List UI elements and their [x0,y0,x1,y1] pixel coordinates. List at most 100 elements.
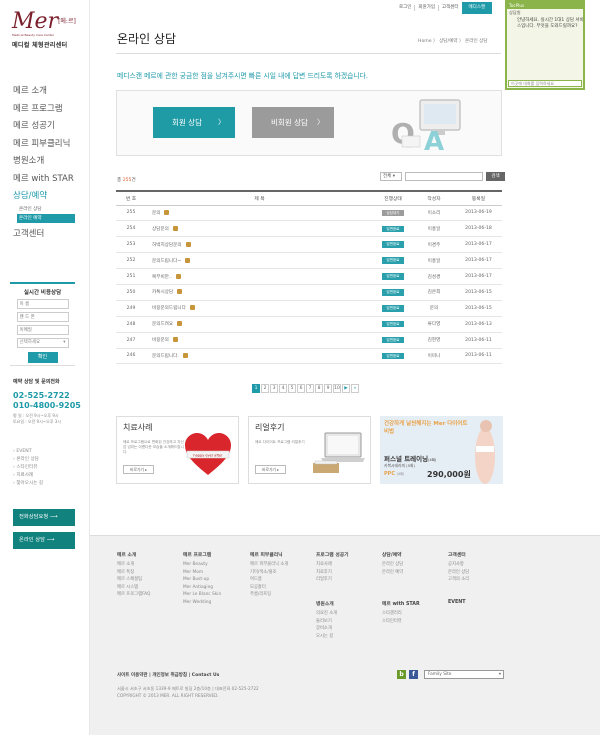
page-link[interactable]: 2 [261,384,269,393]
card-more-button[interactable]: 바로가기 ▸ [255,465,286,474]
page-link[interactable]: 8 [315,384,323,393]
subject-text[interactable]: 상담문의 [152,227,169,232]
footer-link[interactable]: Mer Mom [183,569,221,577]
table-row[interactable]: 254 상담문의 답변완료 이홍일 2013-06-18 [116,220,502,238]
realtime-submit-button[interactable]: 확인 [27,352,58,363]
cell-subject[interactable]: 카톡시상담 [146,284,373,301]
footer-column-heading[interactable]: 병원소개 [316,600,337,607]
footer-link[interactable]: 온라인 상담 [382,561,403,569]
privacy-link[interactable]: 개인정보 취급방침 [152,673,187,678]
search-button[interactable]: 검색 [486,172,505,181]
footer-link[interactable]: 치료사례 [316,561,349,569]
footer-link[interactable]: 메르 프로그램FAQ [117,591,150,599]
page-link[interactable]: 10 [333,384,341,393]
page-link[interactable]: 4 [279,384,287,393]
treatment-cases-card[interactable]: 치료사례 메르 프로그램으로 변화된 건강하고 자신감 넘치는 아름다운 모습을… [116,416,239,484]
table-row[interactable]: 248 문의드려요 답변완료 류다영 2013-06-13 [116,316,502,333]
consult-type-select[interactable]: 선택하세요 ▾ [16,338,69,348]
cell-subject[interactable]: 문의드립니다~ [146,252,373,270]
footer-link[interactable]: 치료후기 [316,569,349,577]
table-row[interactable]: 246 문의드립니다. 답변완료 이미나 2013-06-11 [116,348,502,365]
contact-link[interactable]: Contact Us [192,673,220,678]
online-consult-button[interactable]: 온라인 상담 ⟶ [13,532,75,549]
quick-link[interactable]: › EVENT [13,448,43,456]
quick-link[interactable]: › 찾아오시는 길 [13,480,43,488]
quick-link[interactable]: › 스타인터뷰 [13,464,43,472]
subnav-online-consult[interactable]: 온라인 상담 [17,205,89,214]
subject-text[interactable]: 문의드립니다. [152,354,179,359]
footer-column-heading[interactable]: 상담/예약 [382,551,403,558]
footer-column-heading[interactable]: 메르 with STAR [382,600,420,607]
page-link[interactable]: 5 [288,384,296,393]
footer-link[interactable]: 공지사항 [448,561,469,569]
email-field[interactable] [16,325,69,335]
join-link[interactable]: 회원가입 [415,5,439,11]
cell-subject[interactable]: 상담문의 [146,220,373,238]
subject-text[interactable]: 카톡시상담 [152,290,173,295]
quick-link[interactable]: › 치료사례 [13,472,43,480]
footer-column-heading[interactable]: 고객센터 [448,551,469,558]
nav-item-hospital[interactable]: 병원소개 [13,153,89,171]
footer-column-heading[interactable]: EVENT [448,600,466,605]
footer-link[interactable]: 메르 특징 [117,569,150,577]
nav-item-star[interactable]: 메르 with STAR [13,171,89,189]
family-site-select[interactable]: Family Site ▾ [424,670,504,679]
footer-link[interactable]: Mer Beauty [183,561,221,569]
cell-subject[interactable]: 비용문의드립니다 [146,300,373,317]
footer-link[interactable]: 메르 시스템 [117,584,150,592]
table-row[interactable]: 255 문의 상담대기 이소리 2013-06-19 [116,205,502,222]
card-more-button[interactable]: 바로가기 ▸ [123,465,154,474]
cell-subject[interactable]: 복부비만.. [146,268,373,285]
footer-column-heading[interactable]: 메르 소개 [117,551,150,558]
footer-link[interactable]: 스타갤러리 [382,610,420,618]
footer-column-heading[interactable]: 메르 프로그램 [183,551,221,558]
footer-link[interactable]: 온라인 상담 [448,569,469,577]
footer-link[interactable]: 온라인 예약 [382,569,403,577]
cell-subject[interactable]: 문의드립니다. [146,348,373,365]
chat-widget[interactable]: TocPlus 상담원 안녕하세요. 실시간 1대1 상담 서비스입니다. 무엇… [505,0,585,90]
nav-item-skin-clinic[interactable]: 메르 피부클리닉 [13,136,89,154]
member-consult-button[interactable]: 회원 상담 〉 [153,107,235,138]
nav-item-customer-center[interactable]: 고객센터 [13,226,89,244]
footer-link[interactable]: 장비소개 [316,625,337,633]
footer-column-heading[interactable]: 메르 피부클리닉 [250,551,288,558]
footer-link[interactable]: 의료진 소개 [316,610,337,618]
footer-link[interactable]: 기미/색소/홍조 [250,569,288,577]
footer-link[interactable]: Mer Wedding [183,599,221,607]
nav-item-success[interactable]: 메르 성공기 [13,118,89,136]
footer-link[interactable]: 스타인터뷰 [382,618,420,626]
table-row[interactable]: 251 복부비만.. 답변완료 김성경 2013-06-17 [116,268,502,285]
footer-link[interactable]: 메르 소개 [117,561,150,569]
page-link[interactable]: 1 [252,384,260,393]
nav-item-program[interactable]: 메르 프로그램 [13,101,89,119]
blog-icon[interactable]: b [397,670,406,679]
page-link[interactable]: 6 [297,384,305,393]
page-link[interactable]: 3 [270,384,278,393]
next-page-icon[interactable]: ▶ [342,384,350,393]
subject-text[interactable]: 문의드립니다~ [152,259,181,264]
logo[interactable]: Mer[메:르] Medical Beauty Care Center 메디컬 … [12,11,82,52]
subject-text[interactable]: 비용문의 [152,338,169,343]
table-row[interactable]: 253 허벅지상담문의 답변완료 이경주 2013-06-17 [116,236,502,254]
footer-link[interactable]: Mer Bust-up [183,576,221,584]
search-type-select[interactable]: 전체 ▾ [380,172,402,181]
page-link[interactable]: 7 [306,384,314,393]
subject-text[interactable]: 문의 [152,211,160,216]
quick-link[interactable]: › 온라인 상담 [13,456,43,464]
terms-link[interactable]: 사이트 이용약관 [117,673,148,678]
footer-link[interactable]: 오시는 길 [316,633,337,641]
cell-subject[interactable]: 허벅지상담문의 [146,236,373,254]
footer-link[interactable]: Mer Antiaging [183,584,221,592]
last-page-icon[interactable]: » [351,384,359,393]
cell-subject[interactable]: 문의드려요 [146,316,373,333]
footer-link[interactable]: 메르 피부클리닉 소개 [250,561,288,569]
phone-field[interactable] [16,312,69,322]
name-field[interactable] [16,299,69,309]
footer-link[interactable]: Mer Le Blanc Skin [183,591,221,599]
subject-text[interactable]: 허벅지상담문의 [152,243,182,248]
footer-link[interactable]: 여드름 [250,576,288,584]
cell-subject[interactable]: 비용문의 [146,332,373,349]
subject-text[interactable]: 문의드려요 [152,322,173,327]
guest-consult-button[interactable]: 비회원 상담 〉 [252,107,334,138]
chat-input[interactable]: 이곳에 대화를 입력하세요 [508,80,582,87]
